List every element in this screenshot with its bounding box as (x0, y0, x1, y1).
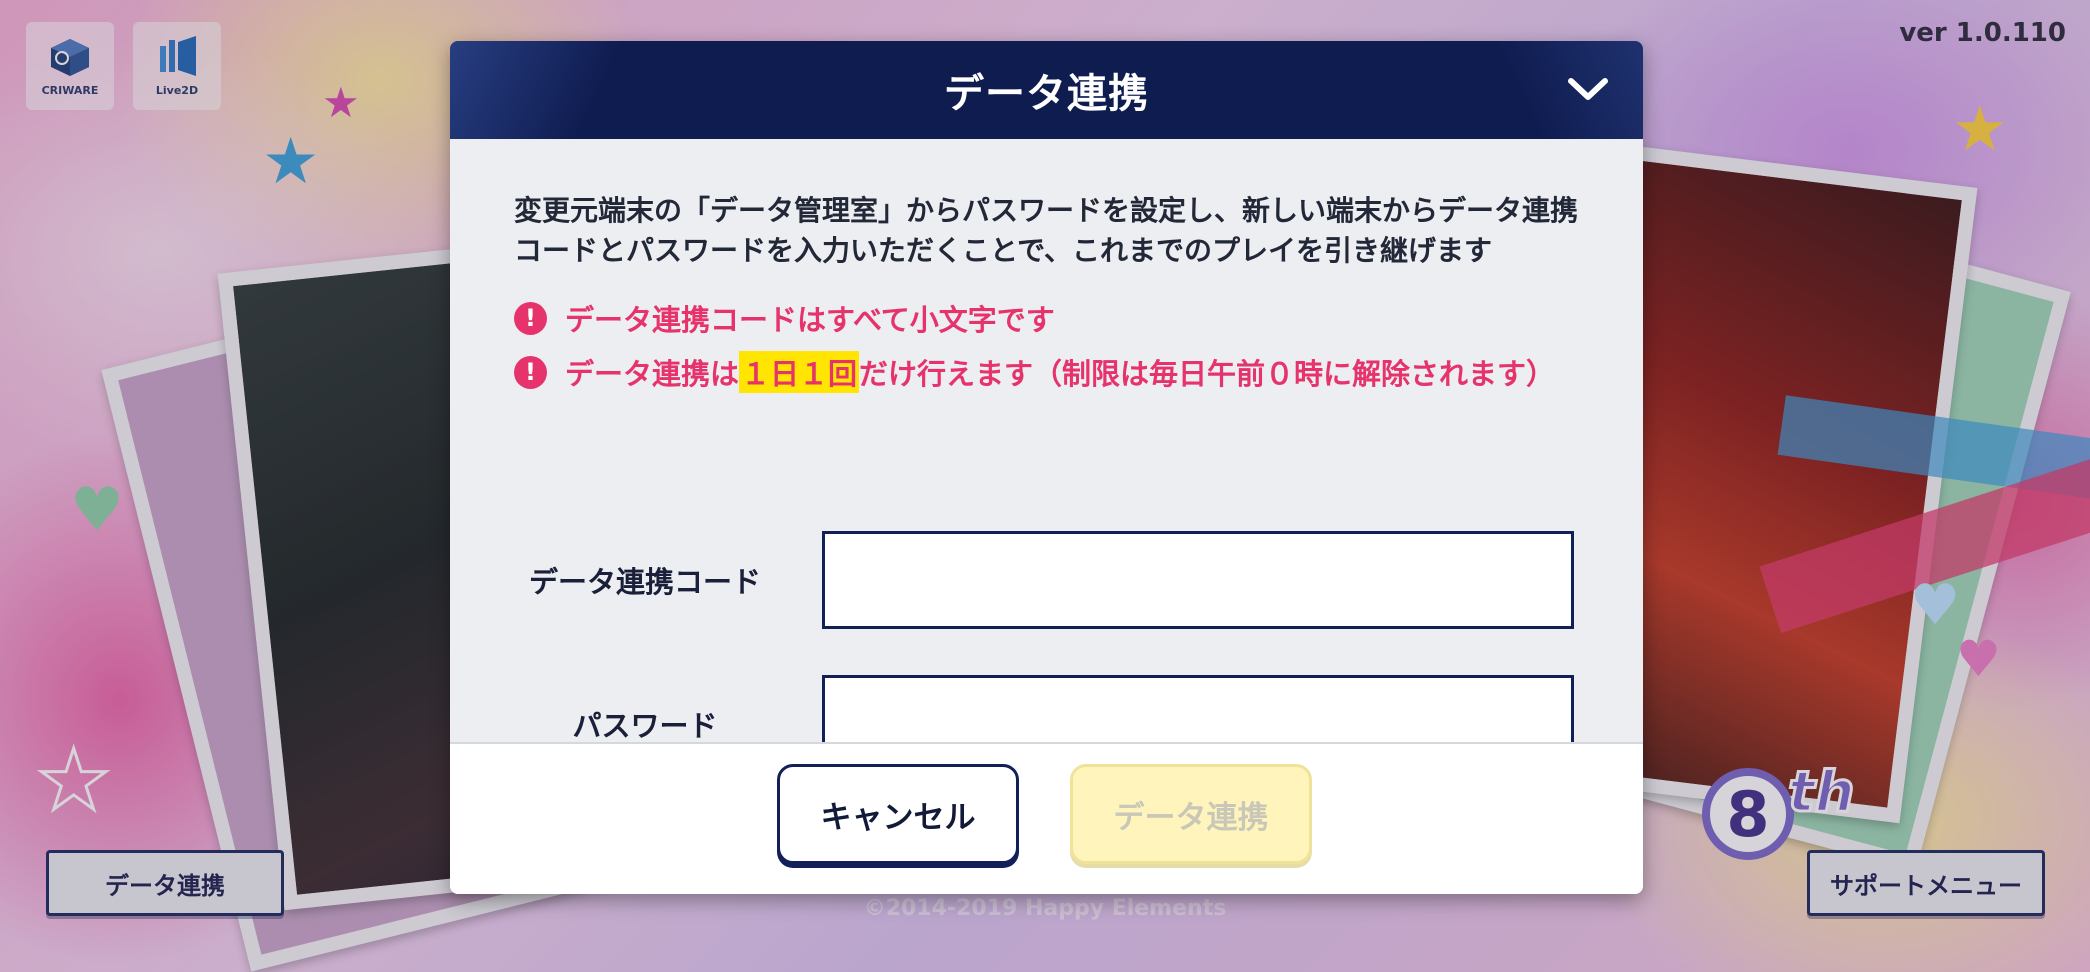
exclamation-icon: ! (514, 355, 547, 389)
data-link-code-input[interactable] (822, 531, 1574, 629)
data-link-dialog: データ連携 変更元端末の「データ管理室」からパスワードを設定し、新しい端末からデ… (450, 41, 1643, 894)
dialog-description: 変更元端末の「データ管理室」からパスワードを設定し、新しい端末からデータ連携コー… (514, 194, 1579, 267)
warning-text: データ連携コードはすべて小文字です (565, 303, 1055, 337)
data-link-submit-button[interactable]: データ連携 (1070, 764, 1312, 864)
warning-text-after: だけ行えます（制限は毎日午前０時に解除されます） (859, 357, 1556, 391)
chevron-down-icon (1568, 78, 1608, 100)
collapse-button[interactable] (1563, 67, 1613, 113)
dialog-footer: キャンセル データ連携 (450, 742, 1643, 894)
cancel-button[interactable]: キャンセル (777, 764, 1019, 864)
warning-text-before: データ連携は (565, 357, 740, 391)
dialog-header: データ連携 (450, 41, 1643, 139)
warning-highlight: １日１回 (739, 351, 860, 393)
code-field-label: データ連携コード (528, 565, 761, 599)
code-field-row: データ連携コード (450, 531, 1643, 629)
dialog-title: データ連携 (944, 71, 1149, 117)
dialog-body: 変更元端末の「データ管理室」からパスワードを設定し、新しい端末からデータ連携コー… (450, 139, 1643, 773)
exclamation-icon: ! (514, 301, 547, 335)
warning-lowercase: ! データ連携コードはすべて小文字です (514, 297, 1581, 339)
warning-once-per-day: ! データ連携は １日１回 だけ行えます（制限は毎日午前０時に解除されます） (514, 351, 1581, 393)
